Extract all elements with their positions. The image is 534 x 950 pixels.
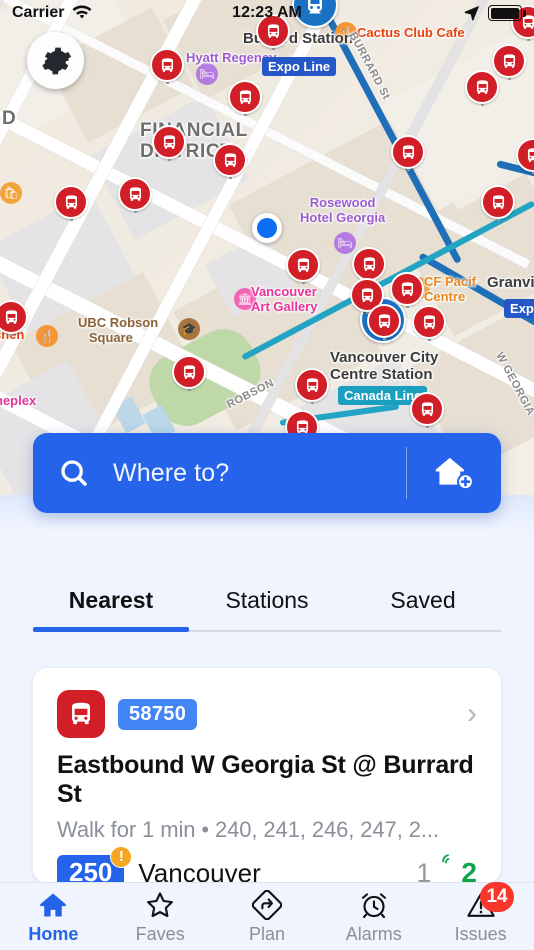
chevron-right-icon[interactable]: ›: [467, 699, 477, 729]
nearby-stops-list[interactable]: 58750 › Eastbound W Georgia St @ Burrard…: [33, 668, 501, 883]
departure-time-scheduled: 1: [416, 858, 432, 883]
departure-row[interactable]: 250 ! Vancouver 1 2: [57, 845, 477, 884]
tab-active-indicator: [33, 627, 189, 632]
bus-stop-pin[interactable]: [152, 125, 186, 161]
nav-item-alarms[interactable]: Alarms: [320, 883, 427, 945]
shop-poi-icon: 🛍: [0, 182, 22, 204]
tab-stations[interactable]: Stations: [189, 573, 345, 635]
museum-poi-icon: 🏛: [234, 288, 256, 310]
bus-stop-pin[interactable]: [412, 305, 446, 341]
alarm-clock-icon: [361, 893, 386, 919]
bus-stop-pin[interactable]: [295, 368, 329, 404]
gear-icon: [41, 47, 71, 74]
stop-subtitle: Walk for 1 min • 240, 241, 246, 247, 2..…: [57, 816, 439, 842]
nav-label-plan: Plan: [248, 924, 285, 944]
add-home-button[interactable]: [407, 454, 501, 492]
nav-item-plan[interactable]: Plan: [214, 883, 321, 945]
stop-mode-badge: [57, 690, 105, 738]
expo-line-label: Expo Line: [262, 57, 337, 76]
bus-stop-pin[interactable]: [352, 247, 386, 283]
home-add-icon: [435, 457, 474, 491]
issues-badge-count: 14: [480, 882, 514, 912]
search-bar[interactable]: Where to?: [33, 433, 501, 513]
nav-icon-wrap: [251, 890, 282, 920]
nav-label-faves: Faves: [135, 924, 185, 944]
bus-stop-pin[interactable]: [286, 248, 320, 284]
tab-nearest[interactable]: Nearest: [33, 573, 189, 635]
nav-icon-wrap: [359, 890, 389, 920]
departure-time-realtime: 2: [442, 854, 477, 883]
nav-item-home[interactable]: Home: [0, 883, 107, 945]
hotel-poi-icon: 🛏: [196, 63, 218, 85]
bus-stop-pin[interactable]: [54, 185, 88, 221]
route-number: 250: [69, 856, 113, 884]
route-number-badge[interactable]: 250 !: [57, 845, 133, 884]
bus-stop-pin[interactable]: [390, 272, 424, 308]
stop-code-badge: 58750: [118, 698, 198, 730]
battery-icon: [488, 5, 526, 21]
university-poi-icon: 🎓: [178, 318, 200, 340]
bus-stop-pin[interactable]: [118, 177, 152, 213]
tab-bar[interactable]: Nearest Stations Saved: [33, 573, 501, 635]
bus-stop-pin[interactable]: [150, 48, 184, 84]
nav-icon-wrap: 14: [466, 882, 514, 920]
location-arrow-icon: [464, 5, 480, 21]
status-bar-clock: 12:23 AM: [232, 4, 302, 21]
departure-time-realtime-value: 2: [461, 857, 477, 883]
expo-line-label: Expo: [504, 299, 534, 318]
bus-stop-pin[interactable]: [465, 70, 499, 106]
app-root: 🛏 🛏 🍴 🍴 🏛 🎓 🛍 🛍 FINANCIAL DISTRICT D Bur…: [0, 0, 534, 950]
nav-label-issues: Issues: [454, 924, 507, 944]
bus-stop-pin[interactable]: [367, 304, 401, 340]
restaurant-poi-icon: 🍴: [36, 325, 58, 347]
nav-label-alarms: Alarms: [345, 924, 402, 944]
departure-times: 1 2: [416, 854, 477, 883]
stop-title: Eastbound W Georgia St @ Burrard St: [57, 751, 474, 809]
nav-icon-wrap: [145, 890, 175, 920]
user-location-dot: [252, 213, 282, 243]
map-view[interactable]: 🛏 🛏 🍴 🍴 🏛 🎓 🛍 🛍 FINANCIAL DISTRICT D Bur…: [0, 0, 534, 495]
stop-card-header: 58750 ›: [57, 690, 477, 738]
home-icon: [40, 893, 67, 917]
nav-item-issues[interactable]: 14 Issues: [427, 882, 534, 945]
map-settings-button[interactable]: [27, 32, 84, 89]
bus-stop-pin[interactable]: [0, 300, 28, 336]
search-icon: [61, 460, 87, 486]
bus-stop-pin[interactable]: [410, 392, 444, 428]
nav-label-home: Home: [28, 924, 79, 944]
bus-stop-pin[interactable]: [228, 80, 262, 116]
status-bar-right: [463, 4, 526, 22]
status-bar: Carrier 12:23 AM: [0, 0, 534, 26]
bottom-navigation[interactable]: Home Faves Plan Alarms 14 Issues: [0, 882, 534, 950]
bus-stop-pin[interactable]: [516, 138, 534, 174]
alert-badge-icon[interactable]: !: [110, 845, 133, 868]
star-icon: [147, 892, 174, 918]
bus-stop-pin[interactable]: [481, 185, 515, 221]
nav-icon-wrap: [38, 890, 68, 920]
stop-card[interactable]: 58750 › Eastbound W Georgia St @ Burrard…: [33, 668, 501, 883]
tab-saved[interactable]: Saved: [345, 573, 501, 635]
route-destination: Vancouver: [138, 857, 261, 884]
directions-icon: [251, 890, 282, 920]
bus-stop-pin[interactable]: [172, 355, 206, 391]
bus-stop-pin[interactable]: [391, 135, 425, 171]
bus-icon: [72, 702, 90, 725]
live-signal-icon: [442, 854, 450, 864]
search-input-placeholder[interactable]: Where to?: [113, 459, 406, 488]
bus-stop-pin[interactable]: [213, 143, 247, 179]
nav-item-faves[interactable]: Faves: [107, 883, 214, 945]
